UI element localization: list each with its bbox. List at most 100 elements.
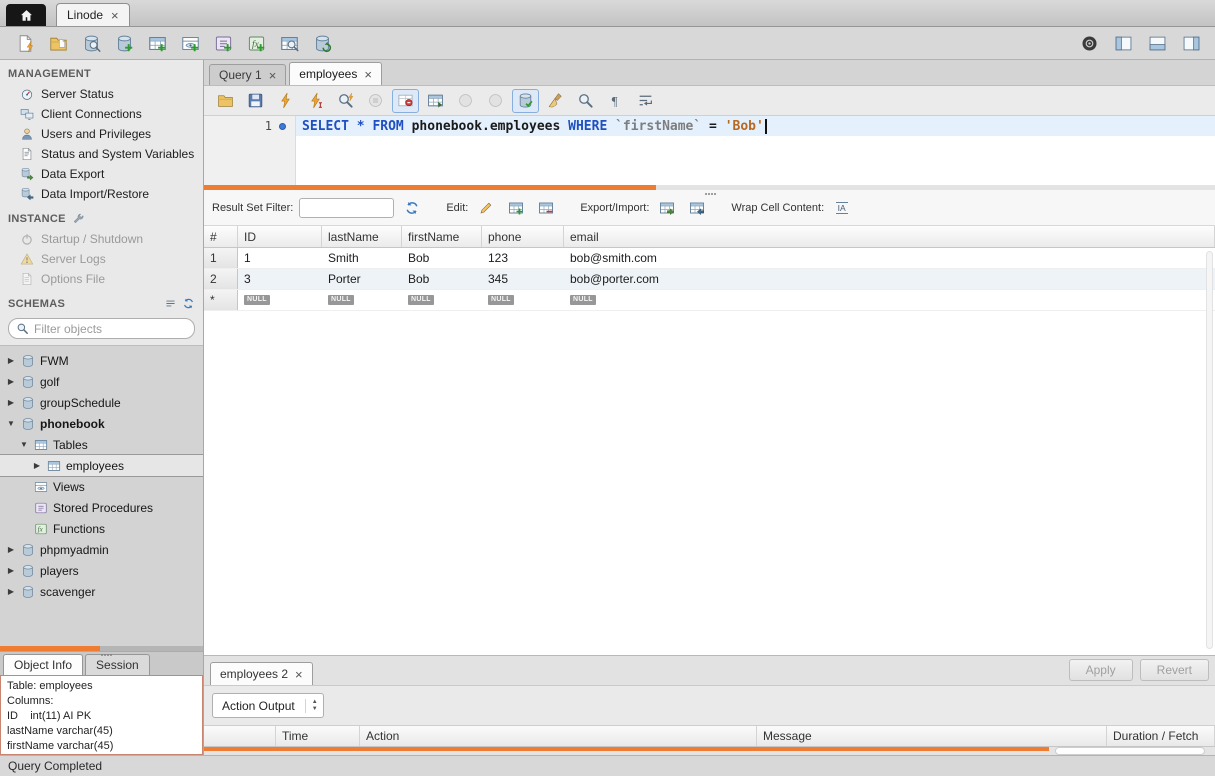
- save-script-button[interactable]: [242, 89, 269, 113]
- create-view-button[interactable]: [175, 30, 205, 57]
- close-icon[interactable]: ×: [295, 668, 303, 681]
- open-sql-script-button[interactable]: [43, 30, 73, 57]
- tree-node-schema-players[interactable]: ▶players: [0, 560, 203, 581]
- grid-cell-null[interactable]: NULL: [564, 290, 1215, 310]
- sidebar-item-server-logs[interactable]: Server Logs: [0, 249, 203, 269]
- home-button[interactable]: [6, 4, 46, 26]
- info-tab-session[interactable]: Session: [85, 654, 150, 675]
- grid-row[interactable]: 11SmithBob123bob@smith.com: [204, 248, 1215, 269]
- grid-cell[interactable]: 345: [482, 269, 564, 289]
- explain-button[interactable]: [332, 89, 359, 113]
- tree-node-schema-groupschedule[interactable]: ▶groupSchedule: [0, 392, 203, 413]
- close-icon[interactable]: ×: [269, 69, 277, 82]
- tree-node-table-employees[interactable]: ▶employees: [0, 455, 203, 476]
- revert-button[interactable]: Revert: [1140, 659, 1209, 681]
- output-column-time[interactable]: Time: [276, 726, 360, 746]
- create-table-button[interactable]: [142, 30, 172, 57]
- schema-inspector-button[interactable]: [76, 30, 106, 57]
- grid-new-row[interactable]: *NULLNULLNULLNULLNULL: [204, 290, 1215, 311]
- grid-column-header-phone[interactable]: phone: [482, 226, 564, 247]
- export-recordset-button[interactable]: [655, 197, 679, 219]
- chevron-right-icon[interactable]: ▶: [6, 587, 16, 596]
- result-tab-employees-2[interactable]: employees 2 ×: [210, 662, 313, 685]
- grid-cell-null[interactable]: NULL: [238, 290, 322, 310]
- tree-node-phonebook-functions[interactable]: fxFunctions: [0, 518, 203, 539]
- execute-button[interactable]: [272, 89, 299, 113]
- tree-node-schema-golf[interactable]: ▶golf: [0, 371, 203, 392]
- create-procedure-button[interactable]: [208, 30, 238, 57]
- grid-column-header-firstName[interactable]: firstName: [402, 226, 482, 247]
- grid-cell[interactable]: 1: [238, 248, 322, 268]
- sidebar-item-startup-shutdown[interactable]: Startup / Shutdown: [0, 229, 203, 249]
- sql-editor[interactable]: 1 SELECT * FROM phonebook.employees WHER…: [204, 116, 1215, 185]
- tree-node-schema-phonebook[interactable]: ▼phonebook: [0, 413, 203, 434]
- tree-node-phonebook-tables[interactable]: ▼Tables: [0, 434, 203, 455]
- result-filter-input[interactable]: [299, 198, 394, 218]
- grid-cell[interactable]: Smith: [322, 248, 402, 268]
- output-column-duration-fetch[interactable]: Duration / Fetch: [1107, 726, 1215, 746]
- import-records-button[interactable]: [685, 197, 709, 219]
- execute-current-statement-button[interactable]: [302, 89, 329, 113]
- connection-tab-linode[interactable]: Linode ×: [56, 3, 130, 26]
- grid-cell[interactable]: 3: [238, 269, 322, 289]
- horizontal-scrollbar[interactable]: [1055, 747, 1205, 755]
- chevron-right-icon[interactable]: ▶: [6, 398, 16, 407]
- edit-record-button[interactable]: [474, 197, 498, 219]
- grid-cell-null[interactable]: NULL: [482, 290, 564, 310]
- tree-node-schema-fwm[interactable]: ▶FWM: [0, 350, 203, 371]
- apply-button[interactable]: Apply: [1069, 659, 1133, 681]
- grid-cell[interactable]: Bob: [402, 248, 482, 268]
- find-button[interactable]: [572, 89, 599, 113]
- refresh-schemas-icon[interactable]: [182, 297, 195, 310]
- editor-result-splitter[interactable]: [204, 185, 1215, 190]
- delete-row-button[interactable]: [534, 197, 558, 219]
- sidebar-item-options-file[interactable]: Options File: [0, 269, 203, 289]
- close-icon[interactable]: ×: [111, 9, 119, 22]
- wrap-cell-content-button[interactable]: IA: [830, 197, 854, 219]
- sidebar-item-data-import-restore[interactable]: Data Import/Restore: [0, 184, 203, 204]
- grid-column-header-email[interactable]: email: [564, 226, 1215, 247]
- grid-row[interactable]: 23PorterBob345bob@porter.com: [204, 269, 1215, 290]
- tree-node-phonebook-stored-procedures[interactable]: Stored Procedures: [0, 497, 203, 518]
- toggle-autocommit-button[interactable]: [512, 89, 539, 113]
- vertical-scrollbar[interactable]: [1206, 251, 1213, 649]
- commit-button[interactable]: [452, 89, 479, 113]
- grid-column-header-ID[interactable]: ID: [238, 226, 322, 247]
- sidebar-item-server-status[interactable]: Server Status: [0, 84, 203, 104]
- invisible-characters-button[interactable]: ¶: [602, 89, 629, 113]
- search-table-data-button[interactable]: [274, 30, 304, 57]
- grid-cell-null[interactable]: NULL: [322, 290, 402, 310]
- chevron-right-icon[interactable]: ▶: [32, 461, 42, 470]
- open-script-button[interactable]: [212, 89, 239, 113]
- wrap-text-button[interactable]: [632, 89, 659, 113]
- reconnect-server-button[interactable]: [307, 30, 337, 57]
- tree-node-schema-scavenger[interactable]: ▶scavenger: [0, 581, 203, 602]
- output-type-select[interactable]: Action Output ▲▼: [212, 693, 324, 718]
- chevron-right-icon[interactable]: ▶: [6, 377, 16, 386]
- grid-cell[interactable]: bob@porter.com: [564, 269, 1215, 289]
- output-column-action[interactable]: Action: [360, 726, 757, 746]
- create-schema-button[interactable]: [109, 30, 139, 57]
- schema-filter-input[interactable]: [34, 322, 187, 336]
- query-tab-query-1[interactable]: Query 1×: [209, 64, 286, 85]
- tree-node-schema-phpmyadmin[interactable]: ▶phpmyadmin: [0, 539, 203, 560]
- output-column-message[interactable]: Message: [757, 726, 1107, 746]
- tree-node-phonebook-views[interactable]: Views: [0, 476, 203, 497]
- add-row-button[interactable]: [504, 197, 528, 219]
- bottom-splitter[interactable]: [204, 747, 1215, 755]
- grid-column-header-#[interactable]: #: [204, 226, 238, 247]
- info-tab-object-info[interactable]: Object Info: [3, 654, 83, 675]
- grid-column-header-lastName[interactable]: lastName: [322, 226, 402, 247]
- toggle-stop-on-error-button[interactable]: [392, 89, 419, 113]
- grid-cell[interactable]: Bob: [402, 269, 482, 289]
- expand-collapse-icon[interactable]: [164, 297, 177, 310]
- toggle-left-panel-button[interactable]: [1109, 30, 1137, 57]
- assistant-button[interactable]: [1075, 30, 1103, 57]
- close-icon[interactable]: ×: [364, 68, 372, 81]
- query-tab-employees[interactable]: employees×: [289, 62, 382, 85]
- chevron-right-icon[interactable]: ▶: [6, 356, 16, 365]
- sidebar-item-users-and-privileges[interactable]: Users and Privileges: [0, 124, 203, 144]
- grid-cell-null[interactable]: NULL: [402, 290, 482, 310]
- new-query-tab-button[interactable]: [10, 30, 40, 57]
- chevron-down-icon[interactable]: ▼: [19, 440, 29, 449]
